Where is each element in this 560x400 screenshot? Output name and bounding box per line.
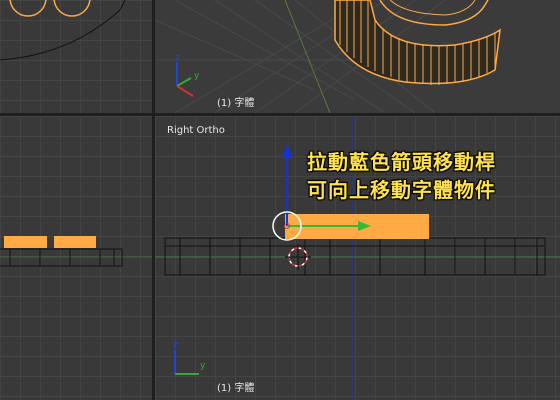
selected-text-object-3d: [334, 0, 501, 85]
top-left-scene: [0, 0, 126, 61]
axis-label-y: y: [194, 71, 200, 81]
selected-ring-object: [53, 0, 91, 17]
selected-ring-object: [9, 0, 47, 17]
annotation-line-2: 可向上移動字體物件: [307, 178, 496, 202]
selected-text-object-side: [54, 236, 96, 248]
viewport-top-right[interactable]: z y (1) 字體: [155, 0, 560, 113]
viewport-bottom-left[interactable]: [0, 116, 152, 400]
object-outline: [0, 0, 126, 61]
z-axis-arrow-head[interactable]: [282, 144, 292, 158]
annotation-line-1: 拉動藍色箭頭移動桿: [307, 150, 496, 174]
perspective-scene: z y: [155, 0, 501, 113]
axis-label-z: z: [173, 340, 178, 350]
viewport-divider-vertical[interactable]: [152, 0, 155, 400]
viewport-divider-horizontal[interactable]: [0, 113, 560, 116]
annotation-text: 拉動藍色箭頭移動桿 可向上移動字體物件: [307, 148, 496, 204]
axis-gizmo-bottom-right: z y: [173, 340, 206, 375]
3d-cursor: [285, 244, 311, 270]
viewport-object-label: (1) 字體: [217, 98, 255, 109]
viewport-object-label: (1) 字體: [217, 383, 255, 394]
axis-label-z: z: [175, 53, 180, 63]
viewport-top-left[interactable]: [0, 0, 152, 113]
axis-label-y: y: [200, 361, 206, 371]
axis-gizmo-top-right: z y: [175, 53, 200, 97]
bottom-left-scene: [0, 236, 152, 267]
selected-text-object-side: [4, 236, 47, 248]
viewport-view-name: Right Ortho: [167, 125, 225, 136]
